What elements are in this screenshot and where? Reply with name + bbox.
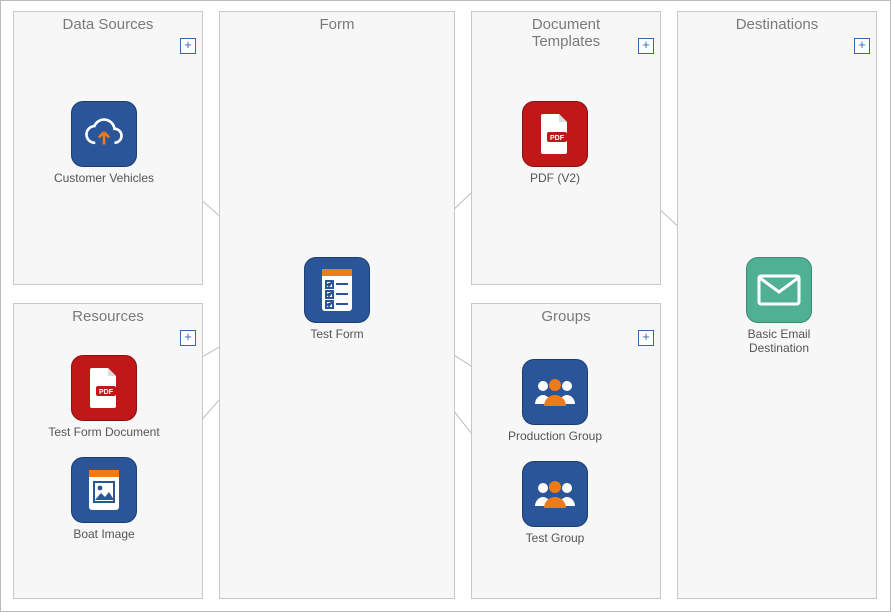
add-destination-button[interactable]: + bbox=[854, 38, 870, 54]
add-template-button[interactable]: + bbox=[638, 38, 654, 54]
node-label: Test Form bbox=[277, 327, 397, 341]
panel-title: Data Sources bbox=[14, 16, 202, 33]
add-resource-button[interactable]: + bbox=[180, 330, 196, 346]
node-resource-pdf[interactable]: PDF Test Form Document bbox=[44, 355, 164, 439]
panel-title: Document Templates bbox=[472, 16, 660, 50]
node-boat-image[interactable]: Boat Image bbox=[44, 457, 164, 541]
node-label: Production Group bbox=[495, 429, 615, 443]
node-test-group[interactable]: Test Group bbox=[495, 461, 615, 545]
panel-title: Destinations bbox=[678, 16, 876, 33]
pdf-badge-text: PDF bbox=[550, 135, 565, 142]
node-label: Boat Image bbox=[44, 527, 164, 541]
node-customer-vehicles[interactable]: Customer Vehicles bbox=[44, 101, 164, 185]
add-group-button[interactable]: + bbox=[638, 330, 654, 346]
pdf-file-icon: PDF bbox=[522, 101, 588, 167]
node-label: Test Group bbox=[495, 531, 615, 545]
cloud-upload-icon bbox=[71, 101, 137, 167]
diagram-canvas: Data Sources + Resources + Form Document… bbox=[0, 0, 891, 612]
node-label: Basic Email Destination bbox=[719, 327, 839, 356]
panel-groups: Groups + bbox=[471, 303, 661, 599]
pdf-badge-text: PDF bbox=[99, 389, 114, 396]
envelope-icon bbox=[746, 257, 812, 323]
panel-title: Groups bbox=[472, 308, 660, 325]
pdf-file-icon: PDF bbox=[71, 355, 137, 421]
panel-title: Form bbox=[220, 16, 454, 33]
add-data-source-button[interactable]: + bbox=[180, 38, 196, 54]
node-label: Test Form Document bbox=[44, 425, 164, 439]
image-file-icon bbox=[71, 457, 137, 523]
form-icon bbox=[304, 257, 370, 323]
group-icon bbox=[522, 461, 588, 527]
panel-resources: Resources + bbox=[13, 303, 203, 599]
panel-title: Resources bbox=[14, 308, 202, 325]
node-test-form[interactable]: Test Form bbox=[277, 257, 397, 341]
node-label: Customer Vehicles bbox=[44, 171, 164, 185]
node-label: PDF (V2) bbox=[495, 171, 615, 185]
node-email-destination[interactable]: Basic Email Destination bbox=[719, 257, 839, 356]
node-production-group[interactable]: Production Group bbox=[495, 359, 615, 443]
node-template-pdf[interactable]: PDF PDF (V2) bbox=[495, 101, 615, 185]
group-icon bbox=[522, 359, 588, 425]
